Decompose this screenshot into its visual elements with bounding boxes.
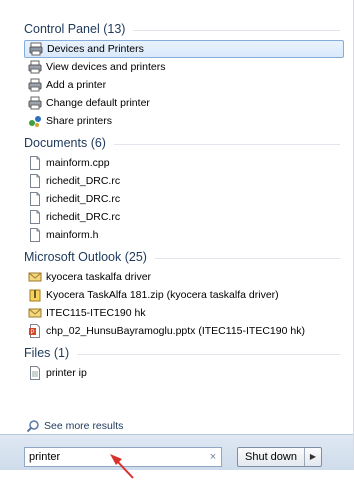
annotation-arrow — [110, 454, 134, 479]
